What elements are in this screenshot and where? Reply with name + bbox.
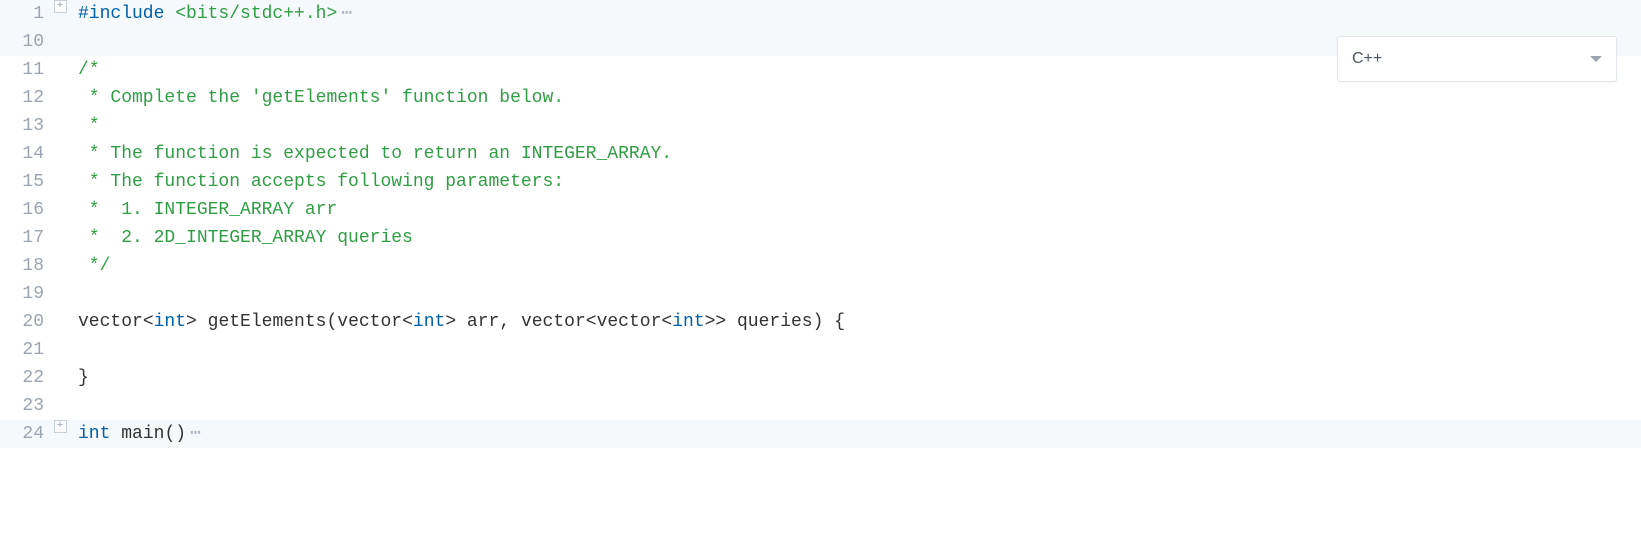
line-number: 18 — [0, 252, 50, 280]
language-selector-label: C++ — [1352, 45, 1382, 73]
code-line[interactable]: 23 — [0, 392, 1641, 420]
code-token — [110, 424, 121, 444]
code-token: arr — [467, 312, 499, 332]
fold-expand-icon[interactable]: + — [54, 420, 67, 433]
line-number: 12 — [0, 84, 50, 112]
code-token: ) { — [813, 312, 845, 332]
code-line[interactable]: 18 */ — [0, 252, 1641, 280]
code-token: > — [186, 312, 208, 332]
line-number: 17 — [0, 224, 50, 252]
code-content[interactable]: * The function is expected to return an … — [70, 140, 1641, 168]
code-token: >> — [705, 312, 737, 332]
code-content[interactable]: * 2. 2D_INTEGER_ARRAY queries — [70, 224, 1641, 252]
code-token: , — [499, 312, 521, 332]
fold-gutter: + — [50, 420, 70, 433]
folded-ellipsis-icon[interactable]: ⋯ — [186, 424, 202, 444]
code-token: int — [672, 312, 704, 332]
line-number: 20 — [0, 308, 50, 336]
code-token: * 2. 2D_INTEGER_ARRAY queries — [78, 228, 413, 248]
code-token: ( — [326, 312, 337, 332]
folded-ellipsis-icon[interactable]: ⋯ — [337, 4, 353, 24]
code-token: < — [586, 312, 597, 332]
code-token: vector — [597, 312, 662, 332]
code-token: vector — [337, 312, 402, 332]
line-number: 21 — [0, 336, 50, 364]
code-token: */ — [78, 256, 110, 276]
code-token: #include — [78, 4, 175, 24]
code-token: > — [445, 312, 467, 332]
line-number: 1 — [0, 0, 50, 28]
code-token: } — [78, 368, 89, 388]
line-number: 11 — [0, 56, 50, 84]
line-number: 19 — [0, 280, 50, 308]
line-number: 23 — [0, 392, 50, 420]
code-token: <bits/stdc++.h> — [175, 4, 337, 24]
code-line[interactable]: 13 * — [0, 112, 1641, 140]
code-line[interactable]: 22} — [0, 364, 1641, 392]
code-token: vector — [521, 312, 586, 332]
code-token: * Complete the 'getElements' function be… — [78, 88, 564, 108]
code-content[interactable]: vector<int> getElements(vector<int> arr,… — [70, 308, 1641, 336]
line-number: 22 — [0, 364, 50, 392]
code-line[interactable]: 1+#include <bits/stdc++.h>⋯ — [0, 0, 1641, 28]
code-editor[interactable]: C++ 1+#include <bits/stdc++.h>⋯1011/*12 … — [0, 0, 1641, 537]
code-content[interactable]: #include <bits/stdc++.h>⋯ — [70, 0, 1641, 28]
line-number: 10 — [0, 28, 50, 56]
code-content[interactable]: } — [70, 364, 1641, 392]
code-content[interactable]: */ — [70, 252, 1641, 280]
code-line[interactable]: 24+int main()⋯ — [0, 420, 1641, 448]
code-token: * The function accepts following paramet… — [78, 172, 564, 192]
code-token: getElements — [208, 312, 327, 332]
code-content[interactable]: * The function accepts following paramet… — [70, 168, 1641, 196]
code-content[interactable]: int main()⋯ — [70, 420, 1641, 448]
code-token: * — [78, 116, 100, 136]
code-line[interactable]: 17 * 2. 2D_INTEGER_ARRAY queries — [0, 224, 1641, 252]
code-token: * 1. INTEGER_ARRAY arr — [78, 200, 337, 220]
line-number: 14 — [0, 140, 50, 168]
code-token: queries — [737, 312, 813, 332]
code-token: < — [402, 312, 413, 332]
fold-expand-icon[interactable]: + — [54, 0, 67, 13]
code-line[interactable]: 21 — [0, 336, 1641, 364]
line-number: 13 — [0, 112, 50, 140]
code-token: vector — [78, 312, 143, 332]
code-token: main — [121, 424, 164, 444]
chevron-down-icon — [1590, 56, 1602, 62]
code-line[interactable]: 16 * 1. INTEGER_ARRAY arr — [0, 196, 1641, 224]
code-token: int — [78, 424, 110, 444]
code-token: /* — [78, 60, 100, 80]
code-token: < — [661, 312, 672, 332]
code-line[interactable]: 12 * Complete the 'getElements' function… — [0, 84, 1641, 112]
code-token: int — [154, 312, 186, 332]
code-content[interactable]: * 1. INTEGER_ARRAY arr — [70, 196, 1641, 224]
code-line[interactable]: 20vector<int> getElements(vector<int> ar… — [0, 308, 1641, 336]
code-line[interactable]: 19 — [0, 280, 1641, 308]
code-token: () — [164, 424, 186, 444]
code-token: * The function is expected to return an … — [78, 144, 672, 164]
language-selector[interactable]: C++ — [1337, 36, 1617, 82]
code-token: < — [143, 312, 154, 332]
code-content[interactable]: * Complete the 'getElements' function be… — [70, 84, 1641, 112]
fold-gutter: + — [50, 0, 70, 13]
code-line[interactable]: 15 * The function accepts following para… — [0, 168, 1641, 196]
code-line[interactable]: 14 * The function is expected to return … — [0, 140, 1641, 168]
line-number: 16 — [0, 196, 50, 224]
code-token: int — [413, 312, 445, 332]
line-number: 24 — [0, 420, 50, 448]
line-number: 15 — [0, 168, 50, 196]
code-content[interactable]: * — [70, 112, 1641, 140]
